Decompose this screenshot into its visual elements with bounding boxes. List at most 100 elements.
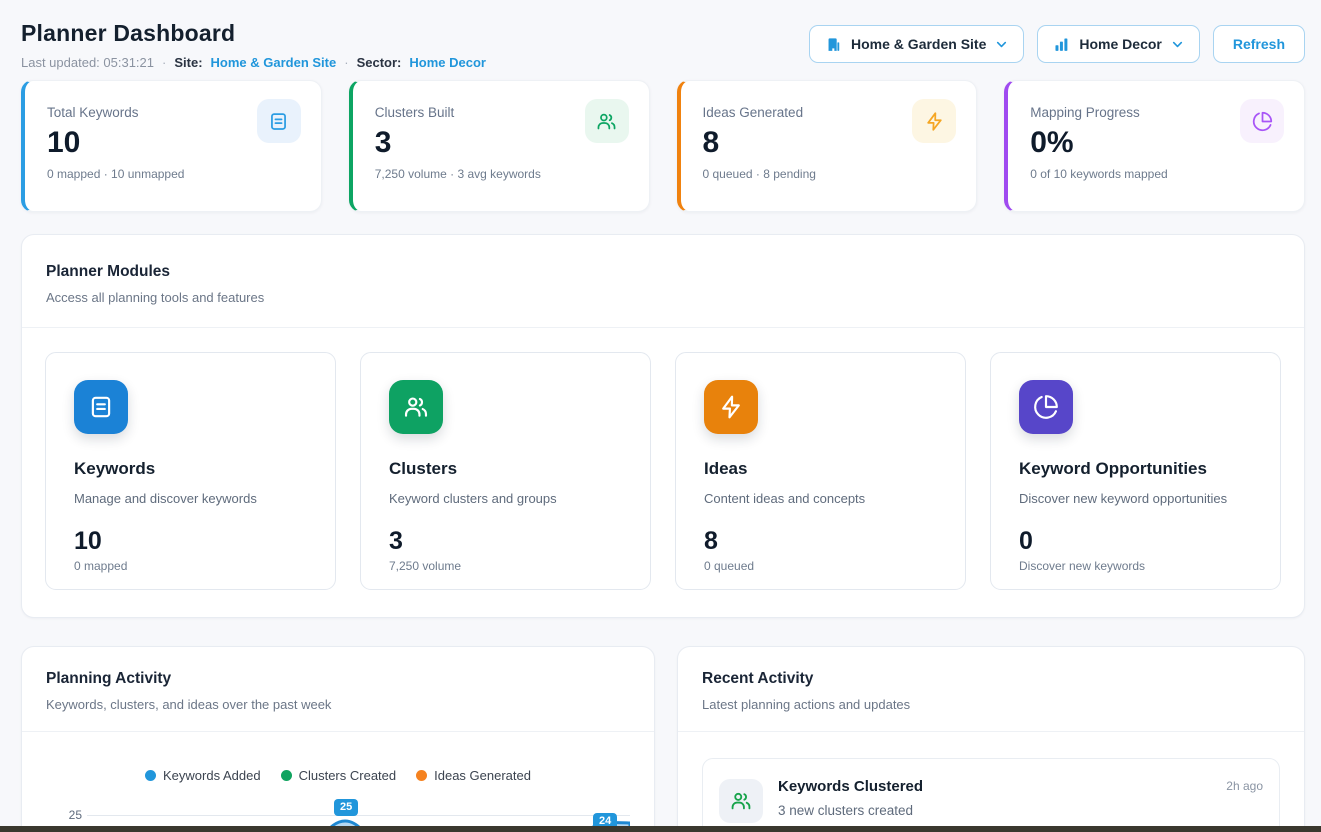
users-icon bbox=[403, 394, 429, 420]
activity-title: Keywords Clustered bbox=[778, 778, 1211, 795]
module-card-ideas[interactable]: Ideas Content ideas and concepts 8 0 que… bbox=[675, 352, 966, 590]
planning-activity-subtitle: Keywords, clusters, and ideas over the p… bbox=[46, 697, 630, 712]
modules-title: Planner Modules bbox=[46, 263, 1280, 281]
module-title: Keyword Opportunities bbox=[1019, 459, 1252, 479]
header: Planner Dashboard Last updated: 05:31:21… bbox=[21, 20, 1305, 70]
legend-item-keywords-added[interactable]: Keywords Added bbox=[145, 768, 261, 783]
users-icon bbox=[596, 111, 617, 132]
module-icon-tile bbox=[1019, 380, 1073, 434]
modules-grid: Keywords Manage and discover keywords 10… bbox=[22, 328, 1304, 617]
module-title: Ideas bbox=[704, 459, 937, 479]
stat-icon-tile bbox=[1240, 99, 1284, 143]
planner-dashboard-page: Planner Dashboard Last updated: 05:31:21… bbox=[0, 0, 1321, 832]
stat-detail: 0 queued · 8 pending bbox=[703, 167, 955, 181]
module-detail: 0 mapped bbox=[74, 559, 307, 573]
legend-item-clusters-created[interactable]: Clusters Created bbox=[281, 768, 397, 783]
site-label: Site: bbox=[174, 55, 202, 70]
module-description: Keyword clusters and groups bbox=[389, 491, 622, 506]
stat-card-total-keywords: Total Keywords 10 0 mapped · 10 unmapped bbox=[21, 80, 322, 212]
chart-legend: Keywords Added Clusters Created Ideas Ge… bbox=[46, 768, 630, 783]
planning-activity-title: Planning Activity bbox=[46, 670, 630, 688]
recent-activity-subtitle: Latest planning actions and updates bbox=[702, 697, 1280, 712]
legend-label: Clusters Created bbox=[299, 768, 397, 783]
activity-text: Keywords Clustered 3 new clusters create… bbox=[778, 775, 1211, 818]
activity-item-keywords-clustered: Keywords Clustered 3 new clusters create… bbox=[702, 758, 1280, 832]
module-description: Content ideas and concepts bbox=[704, 491, 937, 506]
recent-activity-header: Recent Activity Latest planning actions … bbox=[678, 647, 1304, 732]
sector-selector-dropdown[interactable]: Home Decor bbox=[1037, 25, 1199, 63]
meta-separator: · bbox=[344, 55, 348, 70]
refresh-button[interactable]: Refresh bbox=[1213, 25, 1305, 63]
pie-chart-icon bbox=[1033, 394, 1059, 420]
planning-activity-header: Planning Activity Keywords, clusters, an… bbox=[22, 647, 654, 732]
y-axis-tick-label: 25 bbox=[58, 808, 82, 822]
sector-link[interactable]: Home Decor bbox=[409, 55, 486, 70]
sector-selector-label: Home Decor bbox=[1079, 36, 1161, 52]
page-title: Planner Dashboard bbox=[21, 20, 486, 46]
file-lines-icon bbox=[268, 111, 289, 132]
module-description: Manage and discover keywords bbox=[74, 491, 307, 506]
module-description: Discover new keyword opportunities bbox=[1019, 491, 1252, 506]
stat-icon-tile bbox=[257, 99, 301, 143]
module-card-clusters[interactable]: Clusters Keyword clusters and groups 3 7… bbox=[360, 352, 651, 590]
zap-icon bbox=[718, 394, 744, 420]
module-value: 10 bbox=[74, 528, 307, 555]
last-updated-text: Last updated: 05:31:21 bbox=[21, 55, 154, 70]
bar-chart-icon bbox=[1053, 36, 1070, 53]
planning-activity-panel: Planning Activity Keywords, clusters, an… bbox=[21, 646, 655, 832]
module-icon-tile bbox=[74, 380, 128, 434]
stat-card-mapping-progress: Mapping Progress 0% 0 of 10 keywords map… bbox=[1004, 80, 1305, 212]
legend-label: Ideas Generated bbox=[434, 768, 531, 783]
module-value: 3 bbox=[389, 528, 622, 555]
module-icon-tile bbox=[389, 380, 443, 434]
stat-card-ideas-generated: Ideas Generated 8 0 queued · 8 pending bbox=[677, 80, 978, 212]
module-detail: Discover new keywords bbox=[1019, 559, 1252, 573]
stat-icon-tile bbox=[585, 99, 629, 143]
legend-dot-icon bbox=[281, 770, 292, 781]
legend-dot-icon bbox=[416, 770, 427, 781]
module-title: Clusters bbox=[389, 459, 622, 479]
modules-panel-header: Planner Modules Access all planning tool… bbox=[22, 235, 1304, 328]
chevron-down-icon bbox=[1171, 38, 1184, 51]
sector-label: Sector: bbox=[357, 55, 402, 70]
data-point-label: 25 bbox=[334, 799, 358, 816]
legend-label: Keywords Added bbox=[163, 768, 261, 783]
users-icon bbox=[730, 790, 752, 812]
activity-description: 3 new clusters created bbox=[778, 803, 1211, 818]
stat-card-clusters-built: Clusters Built 3 7,250 volume · 3 avg ke… bbox=[349, 80, 650, 212]
recent-activity-title: Recent Activity bbox=[702, 670, 1280, 688]
pie-chart-icon bbox=[1252, 111, 1273, 132]
legend-item-ideas-generated[interactable]: Ideas Generated bbox=[416, 768, 531, 783]
stat-detail: 0 mapped · 10 unmapped bbox=[47, 167, 299, 181]
chevron-down-icon bbox=[995, 38, 1008, 51]
meta-separator: · bbox=[162, 55, 166, 70]
legend-dot-icon bbox=[145, 770, 156, 781]
stat-detail: 7,250 volume · 3 avg keywords bbox=[375, 167, 627, 181]
stat-icon-tile bbox=[912, 99, 956, 143]
module-card-keyword-opportunities[interactable]: Keyword Opportunities Discover new keywo… bbox=[990, 352, 1281, 590]
header-controls: Home & Garden Site Home Decor Refresh bbox=[809, 25, 1305, 63]
planner-modules-panel: Planner Modules Access all planning tool… bbox=[21, 234, 1305, 618]
site-selector-dropdown[interactable]: Home & Garden Site bbox=[809, 25, 1024, 63]
module-title: Keywords bbox=[74, 459, 307, 479]
stats-row: Total Keywords 10 0 mapped · 10 unmapped… bbox=[21, 80, 1305, 212]
module-detail: 7,250 volume bbox=[389, 559, 622, 573]
header-left: Planner Dashboard Last updated: 05:31:21… bbox=[21, 20, 486, 70]
header-meta: Last updated: 05:31:21 · Site: Home & Ga… bbox=[21, 54, 486, 70]
bottom-edge-bar bbox=[0, 826, 1321, 832]
module-card-keywords[interactable]: Keywords Manage and discover keywords 10… bbox=[45, 352, 336, 590]
site-link[interactable]: Home & Garden Site bbox=[211, 55, 337, 70]
refresh-label: Refresh bbox=[1233, 36, 1285, 52]
building-icon bbox=[825, 36, 842, 53]
recent-activity-panel: Recent Activity Latest planning actions … bbox=[677, 646, 1305, 832]
recent-activity-list: Keywords Clustered 3 new clusters create… bbox=[678, 732, 1304, 832]
module-icon-tile bbox=[704, 380, 758, 434]
activity-icon-tile bbox=[719, 779, 763, 823]
site-selector-label: Home & Garden Site bbox=[851, 36, 986, 52]
planning-activity-chart: Keywords Added Clusters Created Ideas Ge… bbox=[22, 732, 654, 832]
file-lines-icon bbox=[88, 394, 114, 420]
module-value: 8 bbox=[704, 528, 937, 555]
modules-subtitle: Access all planning tools and features bbox=[46, 290, 1280, 305]
bottom-row: Planning Activity Keywords, clusters, an… bbox=[21, 646, 1305, 832]
activity-timestamp: 2h ago bbox=[1226, 779, 1263, 793]
